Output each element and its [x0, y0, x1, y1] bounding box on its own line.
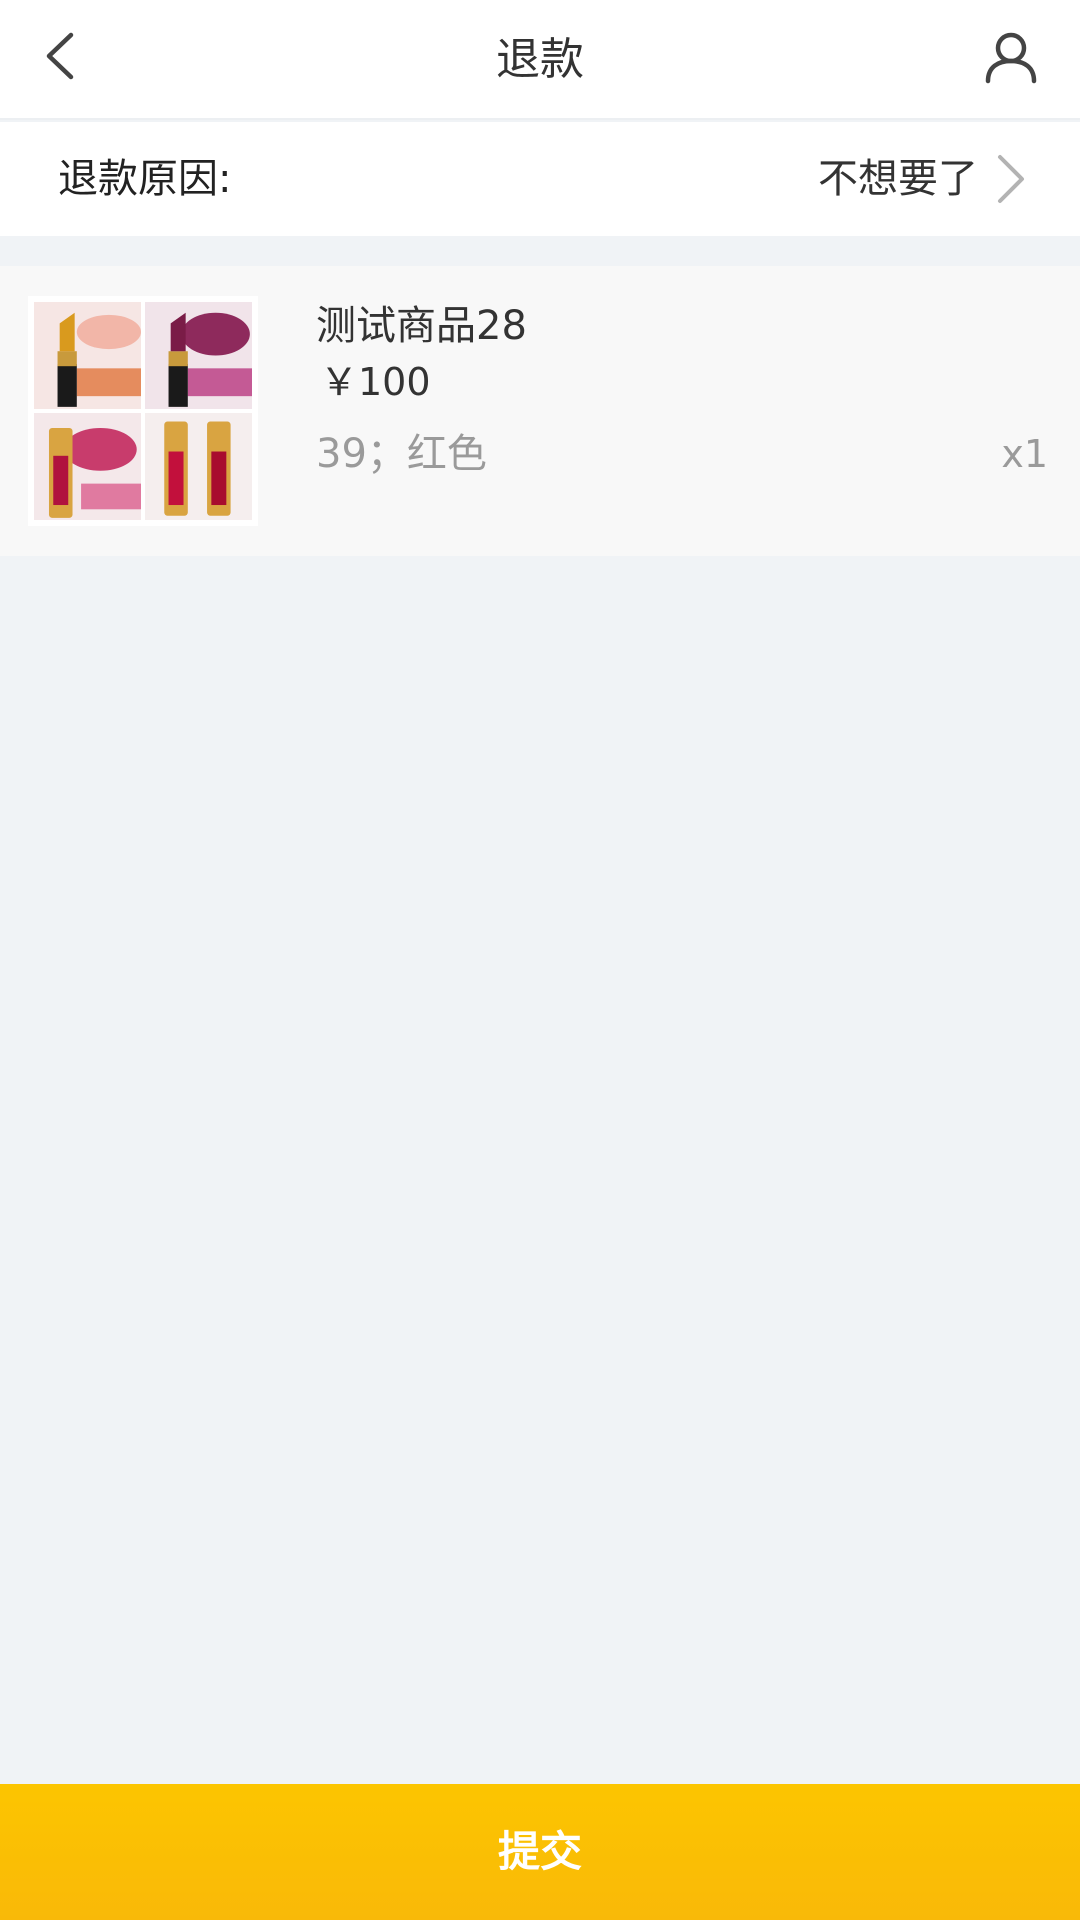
refund-reason-row[interactable]: 退款原因: 不想要了 [0, 122, 1080, 236]
user-profile-button[interactable] [978, 24, 1044, 90]
chevron-right-icon [998, 155, 1024, 203]
refund-reason-value[interactable]: 不想要了 [818, 122, 978, 236]
product-price: ￥100 [320, 360, 431, 404]
product-spec: 39；红色 [316, 431, 487, 477]
page-title: 退款 [496, 34, 584, 85]
lipstick-swatch-3 [34, 413, 141, 520]
top-navigation-bar: 退款 [0, 0, 1080, 120]
product-quantity: x1 [1001, 432, 1048, 476]
product-name: 测试商品28 [316, 303, 527, 349]
lipstick-swatch-1 [34, 302, 141, 409]
lipstick-swatch-2 [145, 302, 252, 409]
user-icon [985, 32, 1037, 84]
lipstick-swatch-4 [145, 413, 252, 520]
product-image [28, 296, 258, 526]
submit-button[interactable]: 提交 [0, 1784, 1080, 1920]
refund-reason-label: 退款原因: [58, 156, 232, 202]
product-card: 测试商品28 ￥100 39；红色 x1 [0, 266, 1080, 556]
